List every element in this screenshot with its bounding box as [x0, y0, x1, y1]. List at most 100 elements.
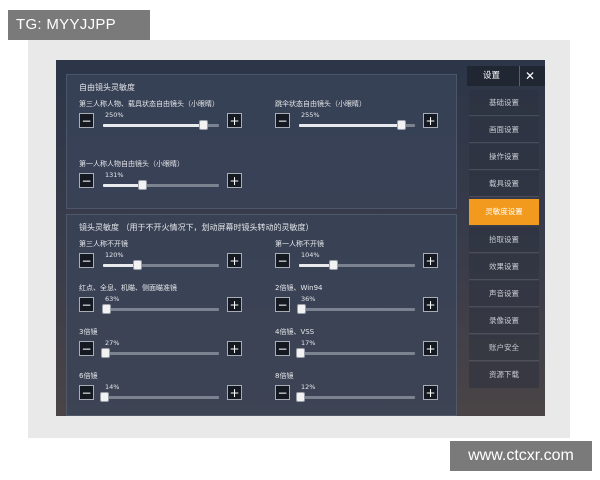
decrease-button[interactable]: − [275, 297, 290, 312]
setting-label: 红点、全息、机瞄、侧面瞄准镜 [79, 284, 177, 292]
increase-button[interactable]: + [423, 385, 438, 400]
sidebar-item-replay[interactable]: 录像设置 [469, 308, 539, 334]
slider-value: 255% [301, 111, 320, 119]
increase-button[interactable]: + [227, 385, 242, 400]
slider-thumb[interactable] [102, 304, 112, 314]
slider-track[interactable] [299, 120, 415, 130]
setting-8x-scope: 8倍镜 − 12% + [275, 371, 445, 411]
decrease-button[interactable]: − [79, 341, 94, 356]
increase-button[interactable]: + [423, 113, 438, 128]
slider-value: 36% [301, 295, 316, 303]
slider-thumb[interactable] [100, 392, 110, 402]
minus-icon: − [81, 342, 92, 356]
slider-thumb[interactable] [397, 120, 407, 130]
setting-label: 第三人称人物、载具状态自由镜头（小眼睛） [79, 100, 219, 108]
sidebar-item-sensitivity[interactable]: 灵敏度设置 [469, 199, 539, 225]
plus-icon: + [425, 298, 436, 312]
setting-2x-scope: 2倍镜、Win94 − 36% + [275, 283, 445, 323]
sidebar-item-basic[interactable]: 基础设置 [469, 90, 539, 116]
increase-button[interactable]: + [227, 253, 242, 268]
slider-fill [103, 124, 203, 127]
sidebar-item-graphics[interactable]: 画面设置 [469, 117, 539, 143]
slider-track[interactable] [103, 120, 219, 130]
setting-label: 6倍镜 [79, 372, 98, 380]
sidebar-item-sound[interactable]: 声音设置 [469, 281, 539, 307]
decrease-button[interactable]: − [79, 385, 94, 400]
slider-thumb[interactable] [132, 260, 142, 270]
increase-button[interactable]: + [227, 173, 242, 188]
slider-value: 120% [105, 251, 124, 259]
increase-button[interactable]: + [423, 341, 438, 356]
setting-4x-scope: 4倍镜、VSS − 17% + [275, 327, 445, 367]
slider-track[interactable] [100, 392, 219, 402]
decrease-button[interactable]: − [275, 385, 290, 400]
slider-thumb[interactable] [198, 120, 208, 130]
slider-track[interactable] [101, 348, 219, 358]
plus-icon: + [229, 298, 240, 312]
setting-3x-scope: 3倍镜 − 27% + [79, 327, 249, 367]
setting-parachute-free-look: 跳伞状态自由镜头（小眼睛） − 255% + [275, 99, 445, 139]
setting-label: 第三人称不开镜 [79, 240, 128, 248]
slider-value: 27% [105, 339, 120, 347]
slider-track[interactable] [296, 348, 415, 358]
plus-icon: + [229, 254, 240, 268]
setting-label: 第一人称不开镜 [275, 240, 324, 248]
increase-button[interactable]: + [423, 297, 438, 312]
slider-thumb[interactable] [328, 260, 338, 270]
sidebar-item-account[interactable]: 账户安全 [469, 335, 539, 361]
decrease-button[interactable]: − [79, 253, 94, 268]
sidebar-item-controls[interactable]: 操作设置 [469, 144, 539, 170]
slider-thumb[interactable] [101, 348, 111, 358]
plus-icon: + [425, 342, 436, 356]
slider-value: 63% [105, 295, 120, 303]
sidebar-item-effects[interactable]: 效果设置 [469, 254, 539, 280]
slider-track[interactable] [297, 304, 415, 314]
slider-fill [103, 184, 143, 187]
setting-tpp-free-look: 第三人称人物、载具状态自由镜头（小眼睛） − 250% + [79, 99, 249, 139]
slider-track[interactable] [103, 260, 219, 270]
section-title: 镜头灵敏度 （用于不开火情况下，划动屏幕时镜头转动的灵敏度） [79, 223, 314, 232]
minus-icon: − [277, 254, 288, 268]
sidebar-item-download[interactable]: 资源下载 [469, 362, 539, 388]
decrease-button[interactable]: − [79, 113, 94, 128]
minus-icon: − [81, 386, 92, 400]
slider-fill [299, 124, 402, 127]
setting-red-dot-holo: 红点、全息、机瞄、侧面瞄准镜 − 63% + [79, 283, 249, 323]
decrease-button[interactable]: − [275, 113, 290, 128]
section-title: 自由镜头灵敏度 [79, 83, 135, 92]
sidebar-header: 设置 ✕ [467, 66, 545, 86]
decrease-button[interactable]: − [79, 297, 94, 312]
close-button[interactable]: ✕ [519, 66, 540, 86]
slider-value: 12% [301, 383, 316, 391]
game-settings-screen: 自由镜头灵敏度 第三人称人物、载具状态自由镜头（小眼睛） − 250% + 跳伞… [56, 60, 545, 416]
increase-button[interactable]: + [423, 253, 438, 268]
sidebar-item-vehicle[interactable]: 载具设置 [469, 171, 539, 197]
slider-value: 250% [105, 111, 124, 119]
setting-label: 3倍镜 [79, 328, 98, 336]
plus-icon: + [229, 174, 240, 188]
slider-track[interactable] [102, 304, 219, 314]
slider-thumb[interactable] [296, 348, 306, 358]
slider-thumb[interactable] [138, 180, 148, 190]
sidebar-item-pickup[interactable]: 拾取设置 [469, 227, 539, 253]
slider-thumb[interactable] [296, 392, 306, 402]
slider-value: 131% [105, 171, 124, 179]
increase-button[interactable]: + [227, 297, 242, 312]
slider-track[interactable] [103, 180, 219, 190]
decrease-button[interactable]: − [275, 253, 290, 268]
minus-icon: − [277, 342, 288, 356]
slider-thumb[interactable] [297, 304, 307, 314]
close-icon: ✕ [524, 69, 536, 83]
increase-button[interactable]: + [227, 113, 242, 128]
minus-icon: − [81, 298, 92, 312]
minus-icon: − [81, 114, 92, 128]
setting-fpp-no-scope: 第一人称不开镜 − 104% + [275, 239, 445, 279]
increase-button[interactable]: + [227, 341, 242, 356]
decrease-button[interactable]: − [275, 341, 290, 356]
watermark-bottom: www.ctcxr.com [450, 441, 592, 471]
decrease-button[interactable]: − [79, 173, 94, 188]
slider-track[interactable] [296, 392, 415, 402]
slider-track[interactable] [299, 260, 415, 270]
sidebar-title: 设置 [483, 71, 501, 81]
settings-sidebar: 设置 ✕ 基础设置 画面设置 操作设置 载具设置 灵敏度设置 拾取设置 效果设置… [467, 66, 545, 416]
